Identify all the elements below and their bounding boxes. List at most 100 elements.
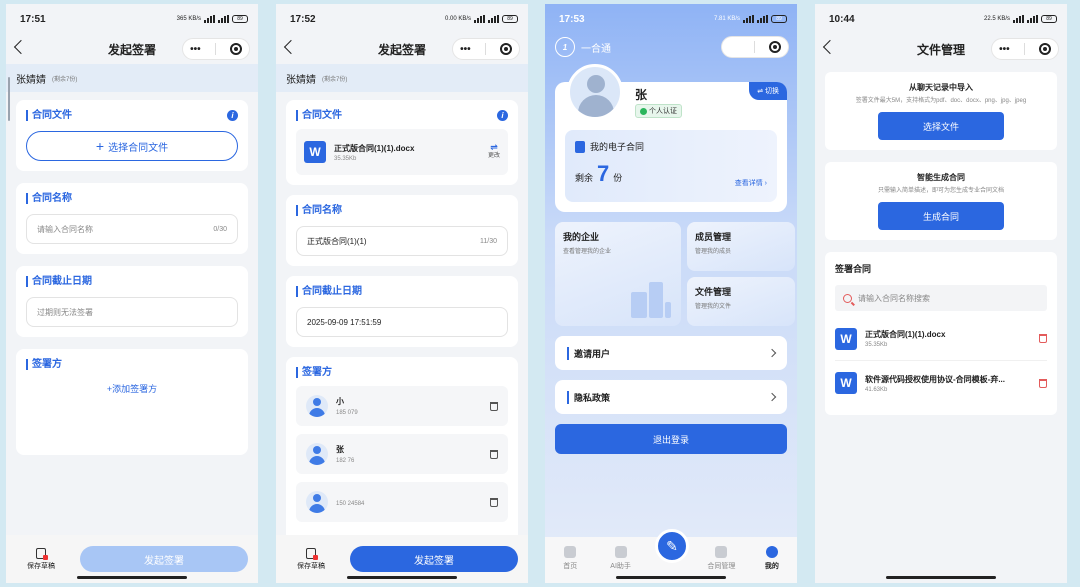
generate-contract-button[interactable]: 生成合同: [878, 202, 1004, 230]
add-signer-button[interactable]: +添加签署方: [26, 382, 238, 395]
home-indicator: [347, 576, 457, 579]
avatar[interactable]: [567, 64, 623, 120]
close-miniprogram-icon[interactable]: [1038, 43, 1051, 55]
delete-icon[interactable]: [1039, 334, 1047, 343]
submit-button-disabled[interactable]: 发起签署: [80, 546, 248, 572]
draft-icon: [306, 547, 318, 560]
logout-button[interactable]: 退出登录: [555, 424, 787, 454]
contract-name-input[interactable]: 请输入合同名称 0/30: [26, 214, 238, 244]
invite-users-item[interactable]: 邀请用户: [555, 336, 787, 370]
deadline-input[interactable]: 2025-09-09 17:51:59: [296, 307, 508, 337]
net-speed: 7.81 KB/s: [713, 16, 740, 22]
close-miniprogram-icon[interactable]: [499, 43, 512, 55]
nav-bar: 文件管理 •••: [815, 34, 1067, 64]
back-icon[interactable]: [13, 39, 29, 55]
close-miniprogram-icon[interactable]: [229, 43, 242, 55]
user-bar: 张婧婧 (剩余7份): [276, 64, 528, 92]
app-name: 一合通: [581, 43, 611, 55]
change-file-button[interactable]: ⇌ 更改: [488, 143, 500, 161]
user-name: 张婧婧: [16, 74, 46, 86]
delete-icon[interactable]: [490, 497, 498, 507]
battery-icon: 89: [771, 15, 787, 23]
signal-icon: [474, 15, 485, 23]
home-indicator: [77, 576, 187, 579]
file-size: 41.63Kb: [865, 386, 888, 393]
feature-tiles: 我的企业 查看管理我的企业 成员管理 管理我的成员 文件管理 管理我的文件: [555, 222, 795, 326]
net-speed: 0.00 KB/s: [444, 16, 471, 22]
file-size: 35.35Kb: [865, 342, 888, 348]
status-bar: 10:44 22.5 KB/s 89: [815, 4, 1067, 34]
back-icon[interactable]: [283, 39, 299, 55]
remain-number: 7: [597, 161, 610, 186]
choose-file-button[interactable]: 选择文件: [878, 112, 1004, 140]
verified-badge: 个人认证: [635, 104, 682, 118]
delete-icon[interactable]: [490, 401, 498, 411]
privacy-policy-item[interactable]: 隐私政策: [555, 380, 787, 414]
scrollbar[interactable]: [8, 77, 10, 121]
info-icon[interactable]: i: [227, 110, 238, 121]
signer-phone: 182 76: [336, 458, 355, 464]
pen-icon: ✎: [666, 537, 678, 554]
contract-name-input[interactable]: 正式版合同(1)(1) 11/30: [296, 226, 508, 256]
contract-icon: [715, 546, 728, 558]
page-title: 文件管理: [916, 42, 965, 57]
section-title: 签署方: [26, 359, 238, 370]
swap-icon: ⇌: [490, 142, 498, 152]
save-draft-button[interactable]: 保存草稿: [16, 547, 66, 571]
delete-icon[interactable]: [1039, 378, 1047, 388]
delete-icon[interactable]: [490, 449, 498, 459]
my-company-tile[interactable]: 我的企业 查看管理我的企业: [555, 222, 681, 326]
member-management-tile[interactable]: 成员管理 管理我的成员: [687, 222, 795, 271]
my-contracts-card[interactable]: 我的电子合同 剩余 7 份 查看详情 ›: [565, 130, 777, 202]
avatar: [306, 491, 328, 513]
char-count: 11/30: [480, 237, 497, 245]
save-draft-button[interactable]: 保存草稿: [286, 547, 336, 571]
switch-account-button[interactable]: ⇌ 切换: [749, 82, 787, 100]
word-doc-icon: W: [835, 327, 857, 350]
remain-count: (剩余7份): [322, 76, 348, 83]
selected-file[interactable]: W 正式版合同(1)(1).docx 35.35Kb ⇌ 更改: [296, 129, 508, 175]
status-bar: 17:53 7.81 KB/s 89: [545, 4, 797, 34]
signer-item: 张 182 76: [296, 434, 508, 474]
more-icon[interactable]: •••: [729, 42, 740, 53]
status-icons: 22.5 KB/s 89: [984, 15, 1057, 23]
sign-pen-button[interactable]: ✎: [655, 529, 689, 563]
choose-contract-file-button[interactable]: + 选择合同文件: [26, 131, 238, 161]
tab-mine[interactable]: 我的: [747, 546, 797, 571]
user-icon: [765, 546, 778, 558]
info-icon[interactable]: i: [497, 110, 508, 121]
battery-icon: 89: [232, 15, 248, 23]
word-doc-icon: W: [304, 141, 326, 163]
more-icon[interactable]: •••: [190, 44, 201, 55]
back-icon[interactable]: [822, 39, 838, 55]
avatar: [306, 395, 328, 417]
submit-button[interactable]: 发起签署: [350, 546, 518, 572]
ai-generate-section: 智能生成合同 只需输入简单描述，即可为您生成专业合同文档 生成合同: [825, 162, 1057, 240]
section-title: 合同文件 i: [26, 110, 238, 121]
signed-contracts-section: 签署合同 请输入合同名称搜索 W 正式版合同(1)(1).docx 35.35K…: [825, 252, 1057, 415]
tab-contract-management[interactable]: 合同管理: [696, 546, 746, 571]
check-icon: [640, 107, 647, 115]
tab-home[interactable]: 首页: [545, 546, 595, 571]
close-miniprogram-icon[interactable]: [768, 41, 781, 53]
section-title: 合同文件 i: [296, 110, 508, 121]
signal-icon: [204, 15, 215, 23]
list-item[interactable]: W 正式版合同(1)(1).docx 35.35Kb: [835, 317, 1047, 361]
view-detail-link[interactable]: 查看详情 ›: [735, 178, 767, 188]
signal-icon: [757, 15, 768, 23]
net-speed: 365 KB/s: [176, 16, 201, 22]
tab-ai-assistant[interactable]: AI助手: [595, 546, 645, 571]
list-item[interactable]: W 软件源代码授权使用协议-合同模板-弃... 41.63Kb: [835, 361, 1047, 405]
signal-icon: [488, 15, 499, 23]
status-icons: 365 KB/s 89: [177, 15, 248, 23]
search-input[interactable]: 请输入合同名称搜索: [835, 285, 1047, 311]
file-management-tile[interactable]: 文件管理 管理我的文件: [687, 277, 795, 326]
file-name: 正式版合同(1)(1).docx: [334, 143, 415, 153]
more-icon[interactable]: •••: [460, 44, 471, 55]
document-icon: [575, 140, 585, 153]
mini-program-capsule: •••: [991, 38, 1059, 60]
deadline-input[interactable]: 过期则无法签署: [26, 297, 238, 327]
more-icon[interactable]: •••: [999, 44, 1010, 55]
page-title: 发起签署: [107, 42, 156, 57]
word-doc-icon: W: [835, 372, 857, 394]
